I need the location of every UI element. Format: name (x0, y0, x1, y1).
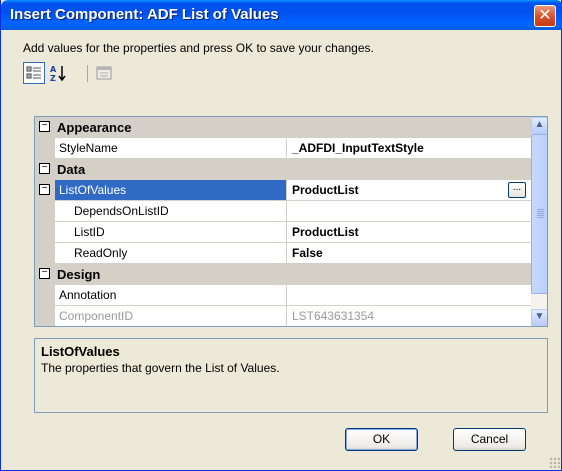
close-icon: ✕ (538, 7, 552, 24)
scroll-down-button[interactable]: ▼ (531, 309, 547, 326)
chevron-down-icon: ▼ (534, 311, 545, 322)
insert-component-dialog: Insert Component: ADF List of Values ✕ A… (0, 0, 562, 471)
property-name: ComponentID (55, 306, 287, 326)
instruction-text: Add values for the properties and press … (23, 41, 374, 55)
close-button[interactable]: ✕ (534, 5, 556, 27)
category-label: Appearance (57, 120, 132, 135)
cancel-button[interactable]: Cancel (453, 428, 526, 451)
property-name: ListOfValues (55, 180, 287, 201)
alphabetical-sort-icon: A Z (50, 65, 66, 82)
categorized-button[interactable] (23, 62, 45, 84)
property-pages-button[interactable] (93, 62, 115, 84)
ok-button[interactable]: OK (345, 428, 418, 451)
toolbar-separator (87, 65, 88, 82)
property-name: DependsOnListID (55, 201, 287, 222)
row-margin (35, 138, 55, 159)
property-name: StyleName (55, 138, 287, 159)
property-value[interactable] (287, 285, 531, 306)
row-margin (35, 243, 55, 264)
property-name: ReadOnly (55, 243, 287, 264)
property-row-listid[interactable]: ListID ProductList (35, 222, 531, 243)
property-row-annotation[interactable]: Annotation (35, 285, 531, 306)
property-row-readonly[interactable]: ReadOnly False (35, 243, 531, 264)
property-name: Annotation (55, 285, 287, 306)
property-grid-toolbar: A Z (23, 62, 143, 86)
svg-text:A: A (50, 65, 57, 74)
property-value[interactable]: ProductList (287, 222, 531, 243)
dialog-title: Insert Component: ADF List of Values (10, 6, 279, 23)
property-row-dependsonlistid[interactable]: DependsOnListID (35, 201, 531, 222)
alphabetical-button[interactable]: A Z (47, 62, 69, 84)
title-bar[interactable]: Insert Component: ADF List of Values ✕ (1, 0, 562, 30)
property-value: LST643631354 (287, 306, 531, 326)
description-text: The properties that govern the List of V… (41, 361, 280, 375)
resize-grip-icon[interactable] (549, 457, 560, 468)
category-appearance[interactable]: − Appearance (35, 117, 531, 138)
description-pane: ListOfValues The properties that govern … (34, 338, 548, 413)
collapse-icon[interactable]: − (39, 163, 50, 174)
property-name: ListID (55, 222, 287, 243)
svg-text:Z: Z (50, 74, 56, 82)
grip-icon (537, 209, 544, 218)
scroll-up-button[interactable]: ▲ (531, 117, 547, 134)
collapse-icon[interactable]: − (39, 184, 50, 195)
property-value[interactable]: ProductList ... (287, 180, 531, 201)
collapse-icon[interactable]: − (39, 268, 50, 279)
property-pages-icon (96, 66, 112, 80)
property-value[interactable]: False (287, 243, 531, 264)
property-value[interactable]: _ADFDI_InputTextStyle (287, 138, 531, 159)
property-grid: − Appearance StyleName _ADFDI_InputTextS… (34, 116, 548, 327)
property-value-text: ProductList (292, 183, 359, 197)
category-label: Design (57, 267, 101, 282)
scroll-thumb[interactable] (531, 134, 547, 294)
row-margin (35, 306, 55, 326)
row-margin (35, 222, 55, 243)
category-label: Data (57, 162, 86, 177)
row-margin (35, 201, 55, 222)
property-row-listofvalues[interactable]: − ListOfValues ProductList ... (35, 180, 531, 201)
ellipsis-button[interactable]: ... (508, 182, 526, 198)
category-data[interactable]: − Data (35, 159, 531, 180)
row-margin: − (35, 180, 55, 201)
description-title: ListOfValues (41, 344, 120, 359)
property-row-stylename[interactable]: StyleName _ADFDI_InputTextStyle (35, 138, 531, 159)
property-value[interactable] (287, 201, 531, 222)
category-design[interactable]: − Design (35, 264, 531, 285)
collapse-icon[interactable]: − (39, 121, 50, 132)
row-margin (35, 285, 55, 306)
categorized-icon (26, 66, 41, 79)
chevron-up-icon: ▲ (534, 119, 545, 130)
property-row-componentid[interactable]: ComponentID LST643631354 (35, 306, 531, 326)
vertical-scrollbar[interactable]: ▲ ▼ (531, 117, 547, 326)
